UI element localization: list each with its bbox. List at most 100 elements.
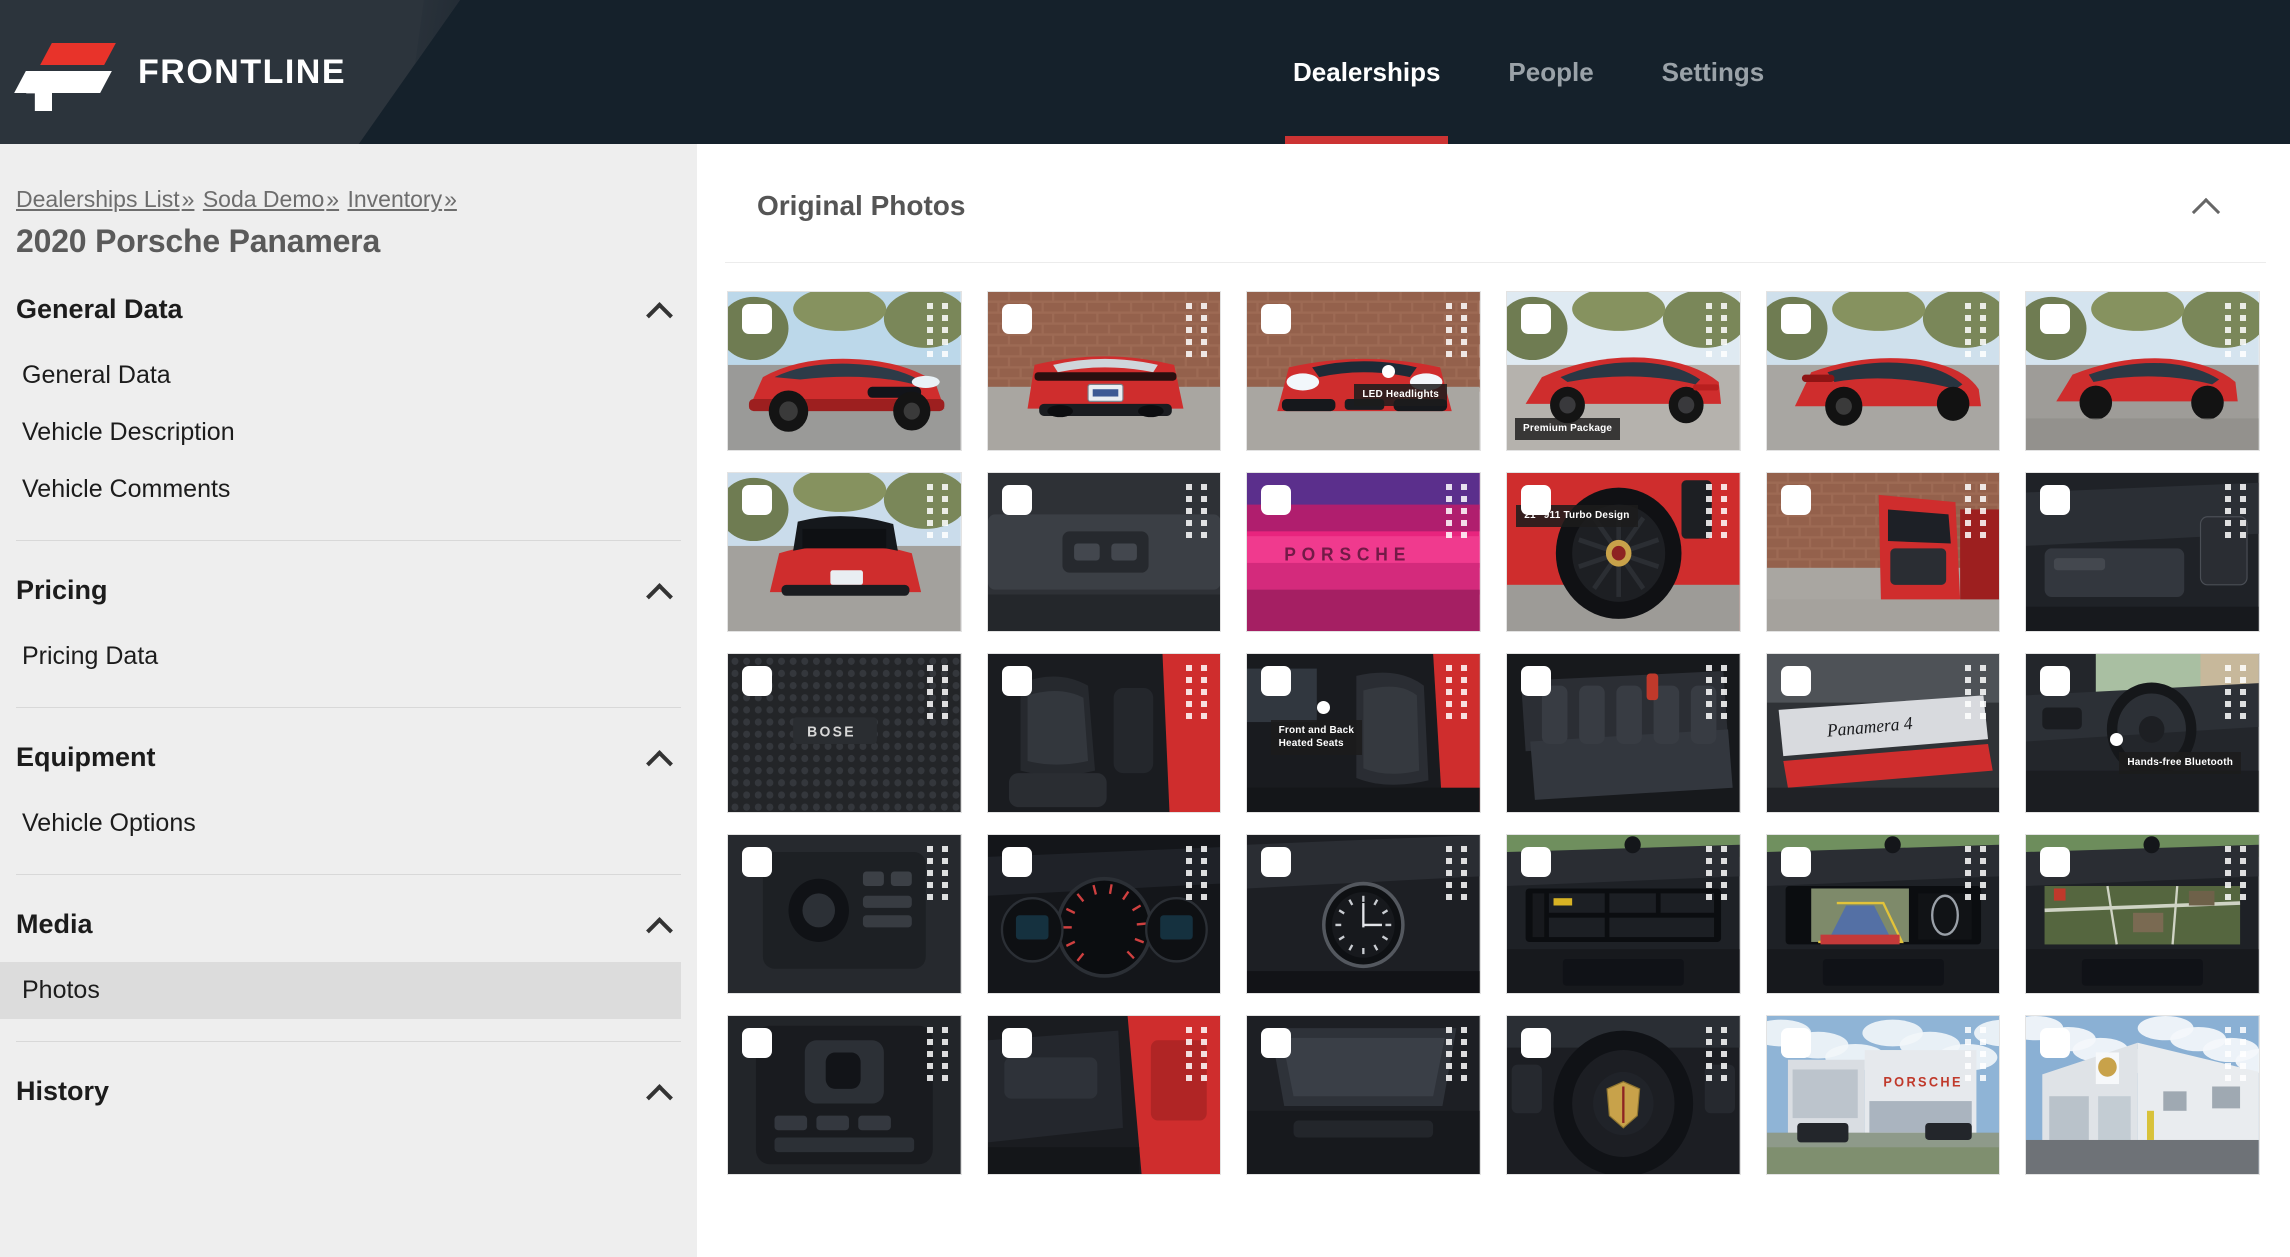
photo-drag-handle-icon[interactable] — [1446, 484, 1468, 540]
chevron-up-icon[interactable] — [2192, 196, 2222, 216]
photo-select-checkbox[interactable] — [1261, 485, 1291, 515]
photo-select-checkbox[interactable] — [1261, 1028, 1291, 1058]
photo-drag-handle-icon[interactable] — [1706, 1027, 1728, 1083]
photo-thumbnail[interactable] — [1766, 834, 2001, 994]
photo-drag-handle-icon[interactable] — [1446, 303, 1468, 359]
photo-thumbnail[interactable] — [987, 291, 1222, 451]
photo-drag-handle-icon[interactable] — [2225, 484, 2247, 540]
photo-thumbnail[interactable] — [987, 472, 1222, 632]
breadcrumb-dealerships-list[interactable]: Dealerships List — [16, 186, 180, 212]
photo-thumbnail[interactable]: PORSCHE — [1246, 472, 1481, 632]
sidebar-item-vehicle-options[interactable]: Vehicle Options — [0, 795, 681, 852]
photo-drag-handle-icon[interactable] — [1186, 303, 1208, 359]
photo-select-checkbox[interactable] — [1781, 666, 1811, 696]
photo-select-checkbox[interactable] — [1781, 847, 1811, 877]
sidebar-section-pricing[interactable]: Pricing — [16, 541, 681, 628]
photo-thumbnail[interactable] — [727, 291, 962, 451]
photo-select-checkbox[interactable] — [1781, 304, 1811, 334]
photo-drag-handle-icon[interactable] — [1446, 1027, 1468, 1083]
sidebar-item-vehicle-comments[interactable]: Vehicle Comments — [0, 461, 681, 518]
photo-select-checkbox[interactable] — [1521, 1028, 1551, 1058]
photo-select-checkbox[interactable] — [1261, 666, 1291, 696]
nav-item-people[interactable]: People — [1500, 0, 1601, 144]
photo-drag-handle-icon[interactable] — [1706, 665, 1728, 721]
photo-thumbnail[interactable] — [987, 1015, 1222, 1175]
photo-drag-handle-icon[interactable] — [927, 484, 949, 540]
photo-drag-handle-icon[interactable] — [1186, 1027, 1208, 1083]
photo-thumbnail[interactable] — [1506, 653, 1741, 813]
photo-drag-handle-icon[interactable] — [1965, 303, 1987, 359]
photo-select-checkbox[interactable] — [1521, 485, 1551, 515]
photo-drag-handle-icon[interactable] — [2225, 665, 2247, 721]
photo-drag-handle-icon[interactable] — [927, 303, 949, 359]
photo-select-checkbox[interactable] — [742, 847, 772, 877]
photo-thumbnail[interactable]: PORSCHE — [1766, 1015, 2001, 1175]
photo-select-checkbox[interactable] — [1521, 666, 1551, 696]
photo-select-checkbox[interactable] — [1781, 485, 1811, 515]
chevron-up-icon[interactable] — [647, 583, 673, 599]
photo-drag-handle-icon[interactable] — [1965, 665, 1987, 721]
nav-item-dealerships[interactable]: Dealerships — [1285, 0, 1448, 144]
nav-item-settings[interactable]: Settings — [1654, 0, 1773, 144]
photo-drag-handle-icon[interactable] — [1965, 846, 1987, 902]
chevron-up-icon[interactable] — [647, 302, 673, 318]
sidebar-section-general-data[interactable]: General Data — [16, 260, 681, 347]
photo-drag-handle-icon[interactable] — [1706, 303, 1728, 359]
sidebar-section-media[interactable]: Media — [16, 875, 681, 962]
photo-drag-handle-icon[interactable] — [2225, 303, 2247, 359]
sidebar-item-pricing-data[interactable]: Pricing Data — [0, 628, 681, 685]
sidebar-item-photos[interactable]: Photos — [0, 962, 681, 1019]
photo-thumbnail[interactable]: LED Headlights — [1246, 291, 1481, 451]
photo-select-checkbox[interactable] — [742, 666, 772, 696]
photo-thumbnail[interactable] — [1506, 834, 1741, 994]
photo-select-checkbox[interactable] — [1002, 485, 1032, 515]
photo-thumbnail[interactable] — [727, 472, 962, 632]
photo-drag-handle-icon[interactable] — [1186, 484, 1208, 540]
photo-thumbnail[interactable]: Premium Package — [1506, 291, 1741, 451]
photo-thumbnail[interactable] — [1506, 1015, 1741, 1175]
breadcrumb-inventory[interactable]: Inventory — [347, 186, 442, 212]
chevron-up-icon[interactable] — [647, 1084, 673, 1100]
photo-select-checkbox[interactable] — [1002, 1028, 1032, 1058]
photo-thumbnail[interactable] — [2025, 834, 2260, 994]
sidebar-section-history[interactable]: History — [16, 1042, 681, 1129]
photo-select-checkbox[interactable] — [2040, 666, 2070, 696]
photo-thumbnail[interactable] — [1766, 472, 2001, 632]
photo-select-checkbox[interactable] — [1002, 666, 1032, 696]
photo-thumbnail[interactable] — [2025, 472, 2260, 632]
photo-select-checkbox[interactable] — [1521, 304, 1551, 334]
photo-select-checkbox[interactable] — [1781, 1028, 1811, 1058]
photo-select-checkbox[interactable] — [742, 485, 772, 515]
photo-thumbnail[interactable] — [1766, 291, 2001, 451]
sidebar-item-general-data[interactable]: General Data — [0, 347, 681, 404]
photo-thumbnail[interactable] — [2025, 1015, 2260, 1175]
photo-drag-handle-icon[interactable] — [927, 665, 949, 721]
photo-drag-handle-icon[interactable] — [1965, 484, 1987, 540]
photo-drag-handle-icon[interactable] — [2225, 846, 2247, 902]
photo-thumbnail[interactable]: 21" 911 Turbo Design — [1506, 472, 1741, 632]
photo-thumbnail[interactable] — [727, 1015, 962, 1175]
breadcrumb-soda-demo[interactable]: Soda Demo — [203, 186, 324, 212]
photo-thumbnail[interactable] — [727, 834, 962, 994]
photo-thumbnail[interactable] — [987, 834, 1222, 994]
photo-select-checkbox[interactable] — [2040, 485, 2070, 515]
photo-select-checkbox[interactable] — [1521, 847, 1551, 877]
photo-drag-handle-icon[interactable] — [1706, 484, 1728, 540]
photo-drag-handle-icon[interactable] — [1446, 665, 1468, 721]
sidebar-item-vehicle-description[interactable]: Vehicle Description — [0, 404, 681, 461]
photo-select-checkbox[interactable] — [2040, 847, 2070, 877]
photo-select-checkbox[interactable] — [1002, 847, 1032, 877]
photo-thumbnail[interactable] — [1246, 834, 1481, 994]
photo-thumbnail[interactable]: Hands-free Bluetooth — [2025, 653, 2260, 813]
photo-drag-handle-icon[interactable] — [1186, 665, 1208, 721]
photo-drag-handle-icon[interactable] — [927, 1027, 949, 1083]
chevron-up-icon[interactable] — [647, 917, 673, 933]
photo-select-checkbox[interactable] — [2040, 304, 2070, 334]
sidebar-section-equipment[interactable]: Equipment — [16, 708, 681, 795]
photo-drag-handle-icon[interactable] — [1446, 846, 1468, 902]
photo-thumbnail[interactable] — [1246, 1015, 1481, 1175]
photo-drag-handle-icon[interactable] — [2225, 1027, 2247, 1083]
photo-thumbnail[interactable] — [987, 653, 1222, 813]
photo-select-checkbox[interactable] — [2040, 1028, 2070, 1058]
chevron-up-icon[interactable] — [647, 750, 673, 766]
